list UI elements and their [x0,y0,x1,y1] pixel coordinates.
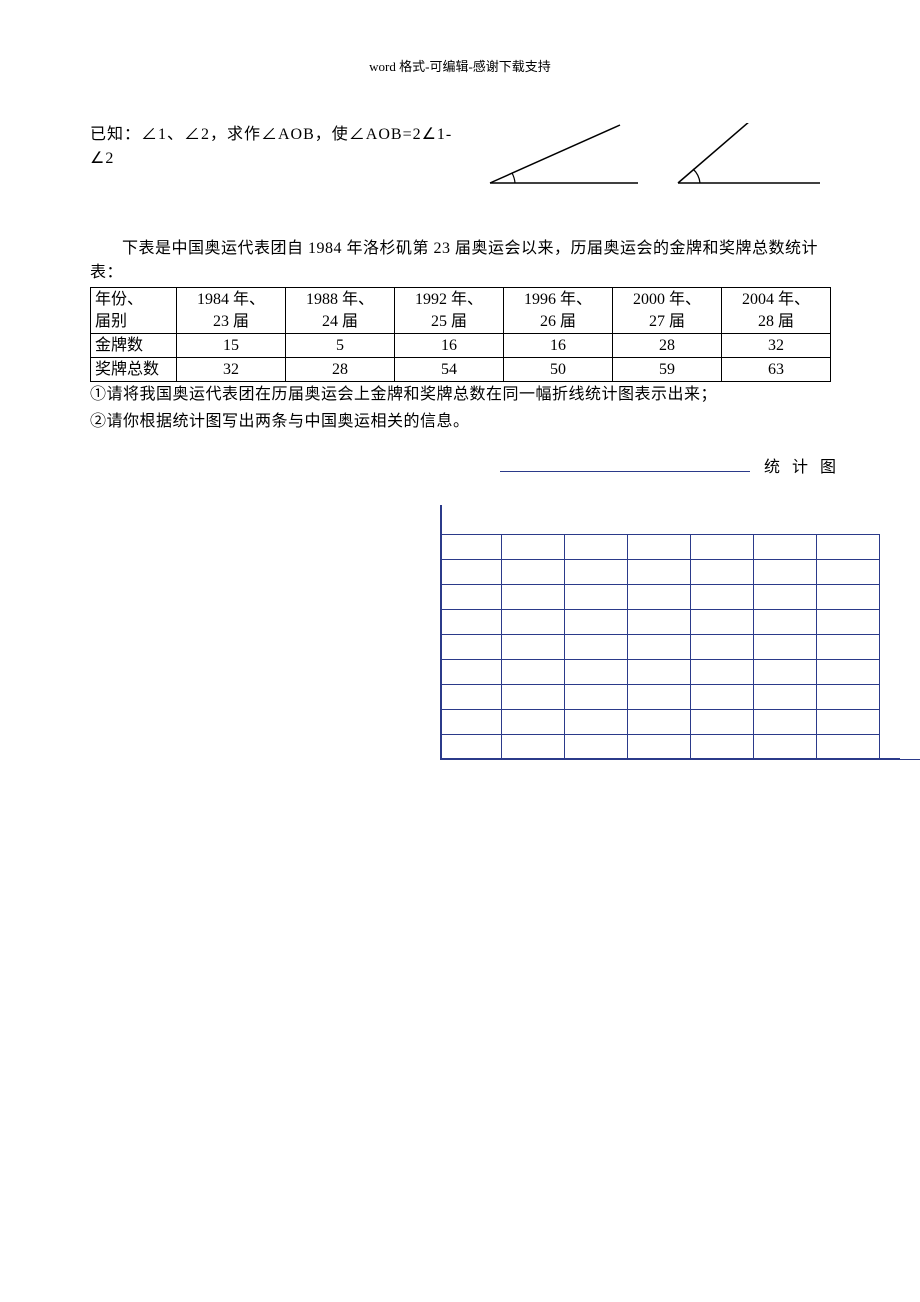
grid-col [627,534,628,760]
grid-row [440,534,880,535]
col-bot: 23 届 [213,313,249,330]
col-bot: 28 届 [758,313,794,330]
cell-total-0: 32 [177,358,286,382]
chart-title-row: 统 计 图 [440,453,910,477]
problem-1: 已知：∠1、∠2，求作∠AOB，使∠AOB=2∠1-∠2 [90,123,830,193]
col-top: 1996 年、 [524,291,592,308]
angle-2-svg [660,123,830,193]
grid-row [440,584,880,585]
chart-y-axis [440,505,442,760]
chart-grid [440,505,900,760]
grid-col [879,534,880,760]
table-row-total: 奖牌总数 32 28 54 50 59 63 [91,358,831,382]
cell-gold-0: 15 [177,334,286,358]
problem-2-intro: 下表是中国奥运代表团自 1984 年洛杉矶第 23 届奥运会以来，历届奥运会的金… [90,237,830,285]
grid-col [690,534,691,760]
grid-row [440,634,880,635]
cell-total-1: 28 [286,358,395,382]
table-header-row: 年份、 届别 1984 年、 23 届 1988 年、 24 届 1992 年、… [91,288,831,334]
cell-total-3: 50 [504,358,613,382]
grid-col [564,534,565,760]
olympic-data-table: 年份、 届别 1984 年、 23 届 1988 年、 24 届 1992 年、… [90,287,831,382]
angle-1-figure [470,123,650,193]
cell-total-5: 63 [722,358,831,382]
row-header-edition: 届别 [95,313,127,330]
chart-title-blank[interactable] [500,458,750,472]
col-header-3: 1996 年、 26 届 [504,288,613,334]
cell-total-4: 59 [613,358,722,382]
page-header: word 格式-可编辑-感谢下载支持 [0,0,920,75]
grid-row [440,659,880,660]
col-header-4: 2000 年、 27 届 [613,288,722,334]
col-header-1: 1988 年、 24 届 [286,288,395,334]
col-top: 1988 年、 [306,291,374,308]
angle-2-figure [660,123,830,193]
problem-1-text: 已知：∠1、∠2，求作∠AOB，使∠AOB=2∠1-∠2 [90,123,460,171]
question-2: ②请你根据统计图写出两条与中国奥运相关的信息。 [90,409,830,435]
col-top: 2004 年、 [742,291,810,308]
col-top: 1984 年、 [197,291,265,308]
grid-row [440,684,880,685]
angle-1-svg [470,123,650,193]
grid-row [440,709,880,710]
grid-col [753,534,754,760]
page-content: 已知：∠1、∠2，求作∠AOB，使∠AOB=2∠1-∠2 下表是中国奥运代表团自… [0,123,920,760]
row-header-year-edition: 年份、 届别 [91,288,177,334]
cell-gold-5: 32 [722,334,831,358]
col-top: 2000 年、 [633,291,701,308]
cell-gold-4: 28 [613,334,722,358]
col-top: 1992 年、 [415,291,483,308]
cell-gold-1: 5 [286,334,395,358]
col-header-0: 1984 年、 23 届 [177,288,286,334]
row-header-year: 年份、 [95,291,143,308]
grid-col [816,534,817,760]
row-label-gold: 金牌数 [91,334,177,358]
col-bot: 27 届 [649,313,685,330]
col-bot: 24 届 [322,313,358,330]
chart-area: 统 计 图 [440,453,910,760]
chart-title-suffix: 统 计 图 [764,459,840,476]
question-1: ①请将我国奥运代表团在历届奥运会上金牌和奖牌总数在同一幅折线统计图表示出来； [90,382,830,408]
cell-gold-2: 16 [395,334,504,358]
col-header-2: 1992 年、 25 届 [395,288,504,334]
grid-col [501,534,502,760]
cell-gold-3: 16 [504,334,613,358]
col-header-5: 2004 年、 28 届 [722,288,831,334]
grid-row [440,559,880,560]
col-bot: 26 届 [540,313,576,330]
table-row-gold: 金牌数 15 5 16 16 28 32 [91,334,831,358]
row-label-total: 奖牌总数 [91,358,177,382]
chart-x-axis-ext [900,759,920,760]
chart-x-axis [440,758,900,760]
grid-row [440,609,880,610]
grid-row [440,734,880,735]
cell-total-2: 54 [395,358,504,382]
col-bot: 25 届 [431,313,467,330]
